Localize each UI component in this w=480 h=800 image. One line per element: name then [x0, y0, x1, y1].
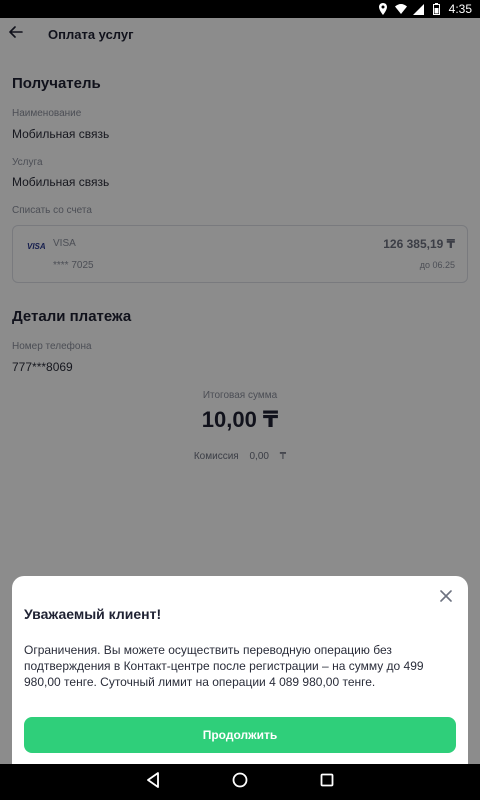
close-icon: [440, 589, 452, 607]
signal-icon: [413, 3, 425, 15]
location-icon: [377, 3, 389, 15]
square-recents-icon: [320, 773, 334, 792]
circle-home-icon: [232, 772, 248, 793]
nav-recents-button[interactable]: [311, 766, 343, 798]
wifi-icon: [394, 3, 407, 15]
triangle-back-icon: [146, 771, 160, 793]
nav-home-button[interactable]: [224, 766, 256, 798]
dialog-message: Ограничения. Вы можете осуществить перев…: [24, 643, 424, 689]
nav-back-button[interactable]: [137, 766, 169, 798]
status-bar: 4:35: [0, 0, 480, 18]
notice-dialog: Уважаемый клиент! Ограничения. Вы можете…: [12, 576, 468, 764]
status-time: 4:35: [448, 2, 472, 16]
close-button[interactable]: [436, 588, 456, 608]
continue-button[interactable]: Продолжить: [24, 717, 456, 753]
system-nav-bar: [0, 764, 480, 800]
battery-icon: [431, 3, 443, 15]
dialog-title: Уважаемый клиент!: [24, 606, 162, 622]
